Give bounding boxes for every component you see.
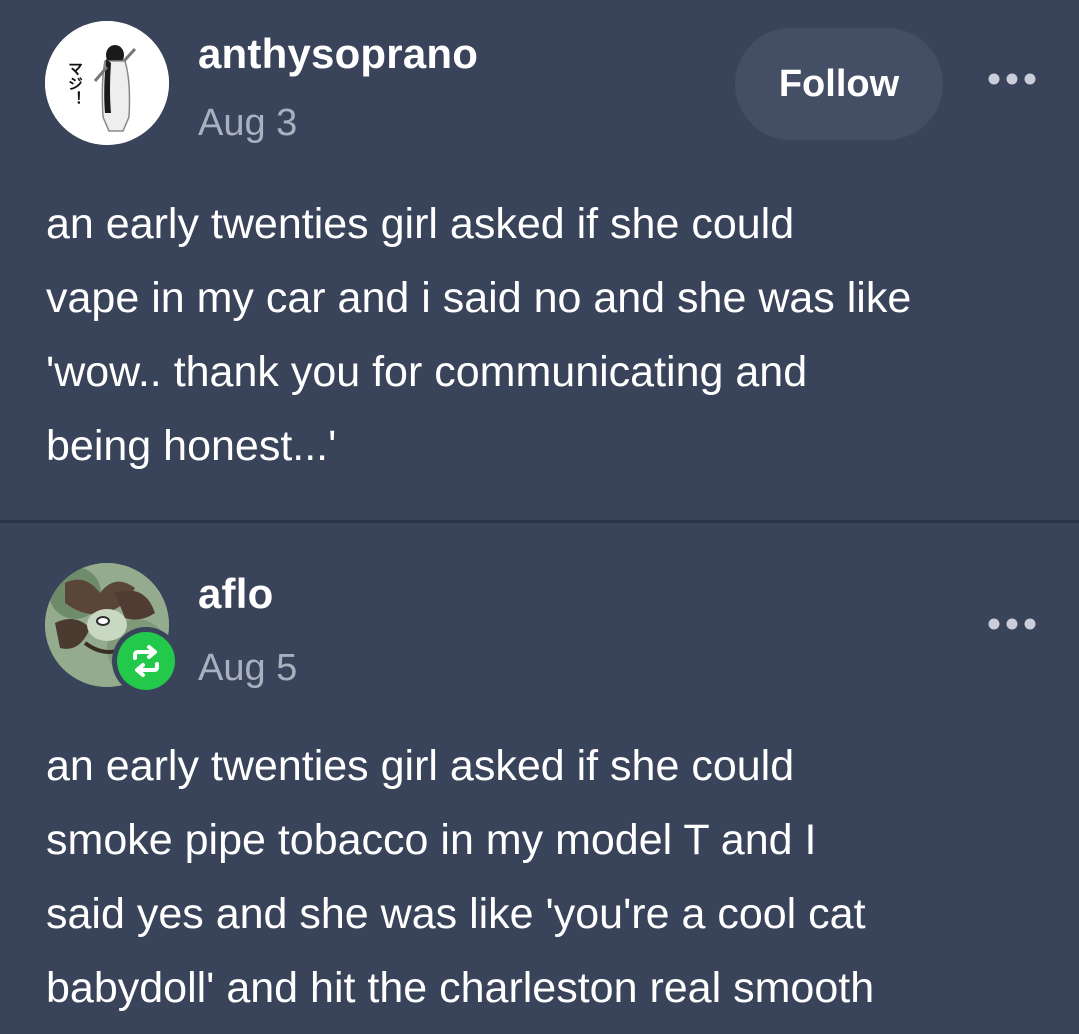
reblog-icon: [133, 645, 159, 677]
post-body-line: babydoll' and hit the charleston real sm…: [46, 964, 875, 1012]
reblog-badge: [112, 627, 180, 695]
post-body: an early twenties girl asked if she coul…: [46, 729, 1056, 1025]
post-date[interactable]: Aug 5: [198, 647, 297, 690]
username[interactable]: anthysoprano: [198, 30, 478, 78]
post-body-line: an early twenties girl asked if she coul…: [46, 742, 795, 790]
avatar-text: マジ！: [66, 61, 84, 106]
post-body-line: said yes and she was like 'you're a cool…: [46, 890, 866, 938]
more-icon: [988, 618, 1036, 630]
more-options-button[interactable]: [984, 64, 1040, 94]
post-date[interactable]: Aug 3: [198, 102, 297, 145]
avatar[interactable]: マジ！: [45, 21, 169, 145]
post-body: an early twenties girl asked if she coul…: [46, 187, 1056, 483]
more-options-button[interactable]: [984, 609, 1040, 639]
post-anthysoprano: マジ！ anthysoprano Aug 3 Follow an early t…: [0, 0, 1079, 520]
post-aflo: aflo Aug 5 an early twenties girl asked …: [0, 523, 1079, 1034]
more-icon: [988, 73, 1036, 85]
username[interactable]: aflo: [198, 570, 273, 618]
post-body-line: an early twenties girl asked if she coul…: [46, 200, 795, 248]
post-body-line: vape in my car and i said no and she was…: [46, 274, 912, 322]
post-body-line: 'wow.. thank you for communicating and: [46, 348, 808, 396]
post-body-line: being honest...': [46, 422, 337, 470]
post-body-line: smoke pipe tobacco in my model T and I: [46, 816, 817, 864]
follow-button[interactable]: Follow: [735, 28, 943, 140]
